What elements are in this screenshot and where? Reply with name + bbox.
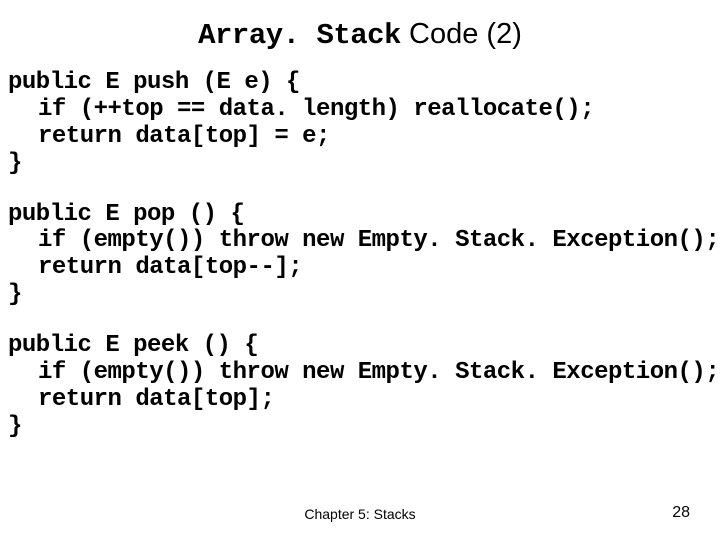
code-line: public E push (E e) {	[8, 69, 300, 96]
code-line: return data[top];	[8, 387, 720, 414]
code-line: public E pop () {	[8, 201, 244, 228]
code-area: public E push (E e) { if (++top == data.…	[0, 60, 720, 441]
title-rest-part: Code (2)	[401, 18, 522, 50]
code-line: }	[8, 150, 22, 177]
code-line: public E peek () {	[8, 332, 258, 359]
footer-page-number: 28	[672, 504, 690, 522]
code-line: }	[8, 413, 22, 440]
code-line: if (empty()) throw new Empty. Stack. Exc…	[8, 228, 720, 255]
title-mono-part: Array. Stack	[198, 19, 401, 52]
code-block-push: public E push (E e) { if (++top == data.…	[8, 70, 720, 178]
code-block-peek: public E peek () { if (empty()) throw ne…	[8, 333, 720, 441]
code-line: if (empty()) throw new Empty. Stack. Exc…	[8, 360, 720, 387]
code-line: }	[8, 281, 22, 308]
code-block-pop: public E pop () { if (empty()) throw new…	[8, 202, 720, 310]
code-line: return data[top] = e;	[8, 124, 720, 151]
footer-chapter: Chapter 5: Stacks	[0, 506, 720, 522]
code-line: return data[top--];	[8, 255, 720, 282]
slide-title: Array. Stack Code (2)	[0, 0, 720, 60]
code-line: if (++top == data. length) reallocate();	[8, 97, 720, 124]
